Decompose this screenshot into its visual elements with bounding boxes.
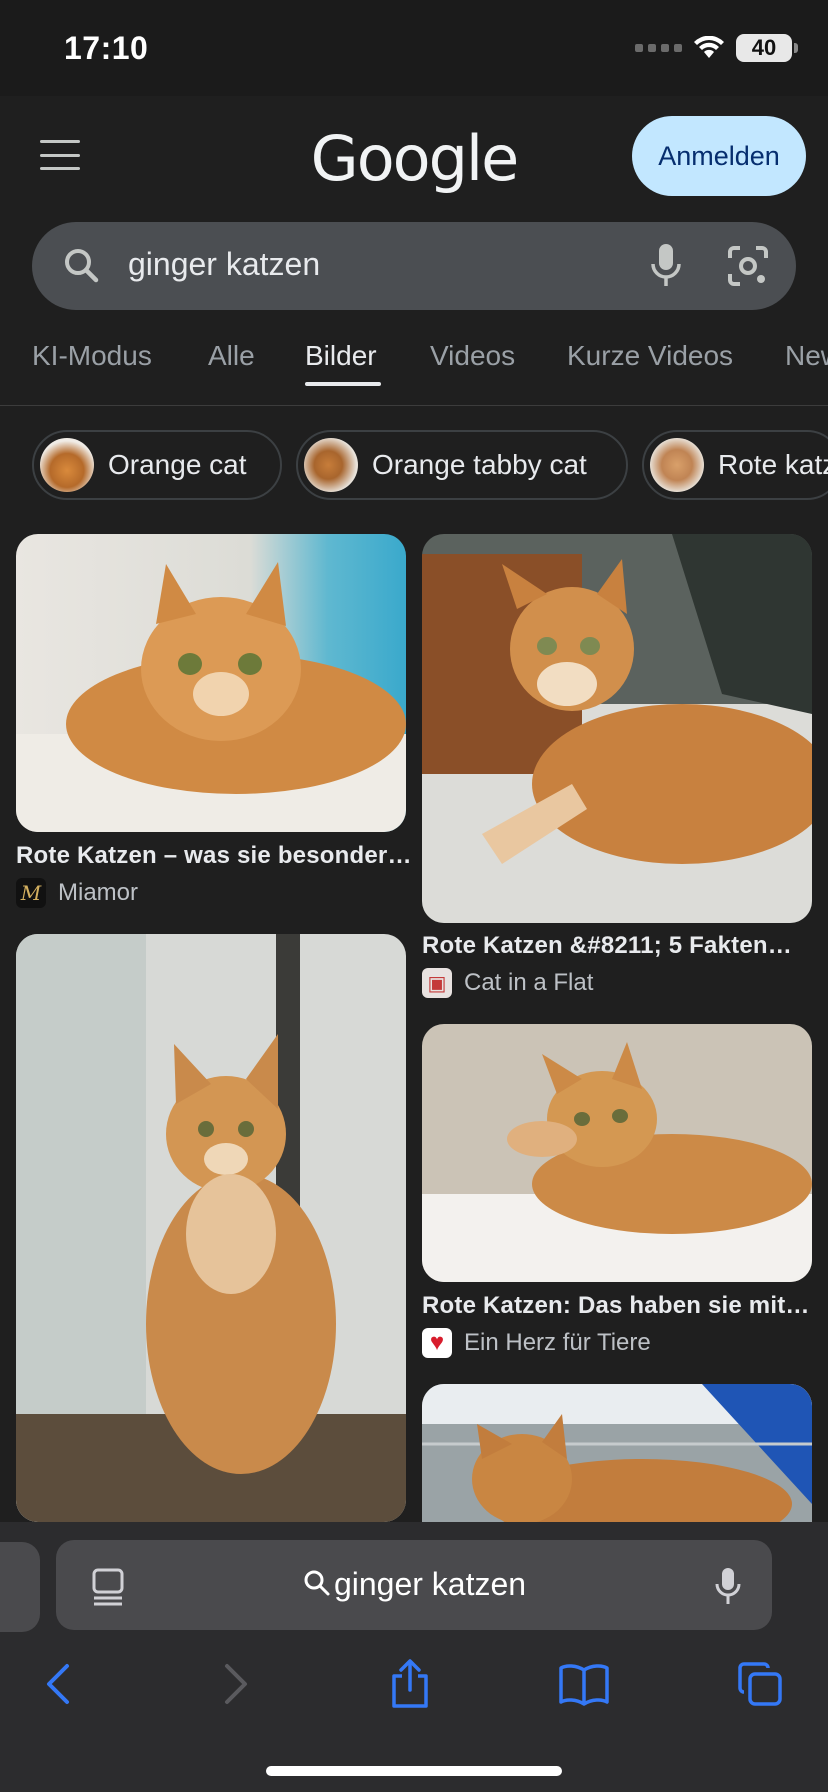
status-time: 17:10 — [64, 30, 149, 66]
share-icon — [392, 1659, 428, 1708]
dictation-mic-icon[interactable] — [714, 1566, 742, 1606]
status-bar: 17:10 40 — [0, 0, 828, 96]
tab-ki-modus[interactable]: KI-Modus — [32, 340, 152, 372]
result-source-name: Miamor — [58, 879, 139, 906]
back-button[interactable] — [28, 1654, 88, 1714]
result-title[interactable]: Rote Katzen &#8211; 5 Fakten… — [422, 932, 792, 960]
chip-thumbnail — [304, 438, 358, 492]
heart-logo-icon: ♥ — [422, 1328, 452, 1358]
cellular-signal-icon — [635, 44, 682, 52]
result-image[interactable] — [16, 934, 406, 1522]
tab-bilder[interactable]: Bilder — [305, 340, 377, 372]
share-button[interactable] — [380, 1654, 440, 1714]
chip-thumbnail — [40, 438, 94, 492]
signin-button[interactable]: Anmelden — [632, 116, 806, 196]
chip-label: Orange tabby cat — [372, 449, 587, 480]
browser-toolbar: ginger katzen — [0, 1522, 828, 1792]
result-title[interactable]: Rote Katzen – was sie besonder… — [16, 842, 412, 870]
chevron-left-icon — [47, 1664, 69, 1704]
result-title[interactable]: Rote Katzen: Das haben sie mit… — [422, 1292, 810, 1320]
tab-alle[interactable]: Alle — [208, 340, 255, 372]
result-source[interactable]: ♥ Ein Herz für Tiere — [422, 1328, 651, 1358]
chip-label: Rote katzen — [718, 449, 828, 480]
chip-rote-katzen[interactable]: Rote katzen — [642, 430, 828, 500]
tab-videos[interactable]: Videos — [430, 340, 515, 372]
result-source-name: Cat in a Flat — [464, 969, 594, 996]
search-small-icon — [302, 1568, 332, 1606]
status-indicators: 40 — [635, 34, 798, 62]
chip-label: Orange cat — [108, 449, 247, 480]
chip-orange-tabby-cat[interactable]: Orange tabby cat — [296, 430, 628, 500]
tab-kurze-videos[interactable]: Kurze Videos — [567, 340, 733, 372]
result-image[interactable] — [422, 534, 812, 923]
voice-search-icon[interactable] — [648, 242, 684, 290]
chip-orange-cat[interactable]: Orange cat — [32, 430, 282, 500]
result-source-name: Ein Herz für Tiere — [464, 1329, 651, 1356]
miamor-logo-icon: M — [16, 878, 46, 908]
result-source[interactable]: M Miamor — [16, 878, 138, 908]
result-source[interactable]: ▣ Cat in a Flat — [422, 968, 593, 998]
result-image[interactable] — [422, 1024, 812, 1282]
search-input[interactable]: ginger katzen — [128, 246, 320, 283]
bookmarks-button[interactable] — [554, 1654, 614, 1714]
wifi-icon — [694, 36, 724, 58]
battery-icon: 40 — [736, 34, 798, 62]
address-query: ginger katzen — [333, 1566, 527, 1602]
result-image[interactable] — [16, 534, 406, 832]
google-header: Google Anmelden — [0, 96, 828, 216]
search-icon — [65, 249, 99, 283]
result-image[interactable] — [422, 1384, 812, 1522]
chip-thumbnail — [650, 438, 704, 492]
previous-tab-preview[interactable] — [0, 1542, 40, 1632]
address-bar[interactable]: ginger katzen — [56, 1540, 772, 1630]
book-icon — [559, 1664, 609, 1706]
google-lens-icon[interactable] — [726, 244, 770, 288]
cat-in-a-flat-logo-icon: ▣ — [422, 968, 452, 998]
search-box[interactable]: ginger katzen — [32, 222, 796, 310]
chevron-right-icon — [225, 1664, 247, 1704]
forward-button[interactable] — [206, 1654, 266, 1714]
home-indicator[interactable] — [266, 1766, 562, 1776]
address-text[interactable]: ginger katzen — [56, 1566, 772, 1606]
battery-level: 40 — [751, 35, 777, 60]
tabs-overview-icon — [738, 1662, 782, 1706]
tabs-button[interactable] — [730, 1654, 790, 1714]
search-tabs: KI-Modus Alle Bilder Videos Kurze Videos… — [0, 330, 828, 406]
active-tab-indicator — [305, 382, 381, 386]
tab-news[interactable]: New — [785, 340, 828, 372]
